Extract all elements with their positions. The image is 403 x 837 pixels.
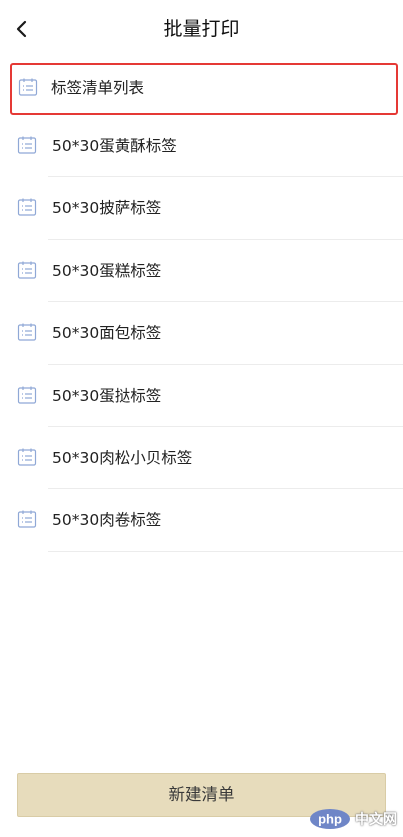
watermark-site-text: 中文网	[355, 812, 397, 828]
php-logo-icon: php	[310, 809, 350, 829]
back-button[interactable]	[10, 14, 36, 44]
calendar-list-icon	[17, 510, 37, 528]
page-title: 批量打印	[163, 18, 240, 40]
list-item-pork-floss-cake[interactable]: 50*30肉松小贝标签	[0, 427, 403, 490]
list-item-label: 50*30面包标签	[52, 324, 162, 343]
calendar-list-icon	[17, 198, 37, 216]
watermark: php 中文网	[309, 806, 397, 832]
label-list: 标签清单列表 50*30蛋黄酥标签 50*30披萨标签 50*30蛋糕标签 50…	[0, 53, 403, 552]
list-item-label: 50*30蛋黄酥标签	[52, 137, 177, 155]
list-item-label-list[interactable]: 标签清单列表	[10, 63, 398, 115]
list-item-label: 50*30披萨标签	[52, 199, 162, 218]
list-item-label: 50*30蛋挞标签	[52, 386, 162, 405]
list-item-label: 标签清单列表	[51, 79, 145, 97]
calendar-list-icon	[17, 323, 37, 341]
calendar-list-icon	[17, 261, 37, 279]
list-item-label: 50*30肉松小贝标签	[52, 448, 193, 467]
list-item-meat-roll[interactable]: 50*30肉卷标签	[0, 489, 403, 552]
list-item-egg-tart[interactable]: 50*30蛋挞标签	[0, 365, 403, 427]
list-item-pizza[interactable]: 50*30披萨标签	[0, 177, 403, 240]
watermark-logo-text: php	[318, 812, 342, 827]
chevron-left-icon	[16, 20, 27, 38]
divider	[48, 550, 403, 552]
calendar-list-icon	[17, 136, 37, 154]
calendar-list-icon	[18, 78, 38, 96]
list-item-label: 50*30蛋糕标签	[52, 261, 162, 280]
list-item-egg-yolk-pastry[interactable]: 50*30蛋黄酥标签	[0, 115, 403, 178]
header-bar: 批量打印	[0, 0, 403, 58]
list-item-cake[interactable]: 50*30蛋糕标签	[0, 240, 403, 303]
list-item-bread[interactable]: 50*30面包标签	[0, 302, 403, 365]
calendar-list-icon	[17, 386, 37, 404]
calendar-list-icon	[17, 448, 37, 466]
list-item-label: 50*30肉卷标签	[52, 511, 162, 530]
